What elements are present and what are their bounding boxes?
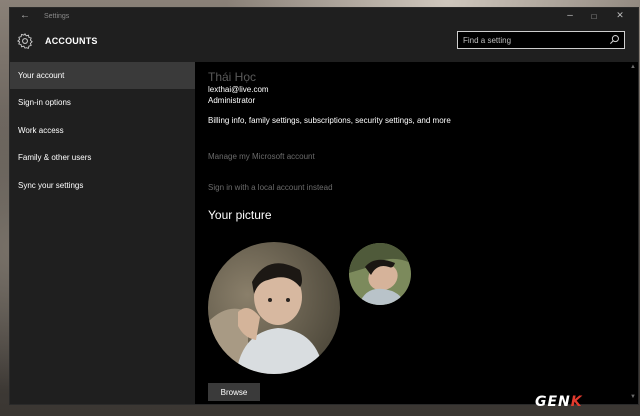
main-content: Thái Học lexthai@live.com Administrator … — [195, 62, 638, 404]
scroll-up-icon[interactable]: ▲ — [630, 64, 636, 70]
watermark-logo: GENK — [535, 394, 583, 410]
scroll-down-icon[interactable]: ▼ — [630, 394, 636, 400]
search-icon[interactable] — [609, 34, 620, 45]
account-description: Billing info, family settings, subscript… — [208, 116, 451, 125]
sidebar: Your account Sign-in options Work access… — [10, 62, 195, 404]
account-name: Thái Học — [208, 70, 257, 84]
account-email: lexthai@live.com — [208, 85, 269, 94]
sidebar-item-work-access[interactable]: Work access — [10, 117, 195, 144]
page-title: ACCOUNTS — [45, 36, 98, 46]
picture-heading: Your picture — [208, 208, 272, 222]
minimize-icon[interactable]: – — [560, 10, 580, 21]
close-icon[interactable]: ✕ — [610, 10, 630, 21]
settings-window: ← Settings – □ ✕ ACCOUNTS Your account S… — [10, 8, 638, 404]
search-box[interactable] — [457, 31, 625, 49]
sidebar-item-sync-settings[interactable]: Sync your settings — [10, 172, 195, 199]
watermark-accent: K — [570, 394, 583, 410]
manage-account-link[interactable]: Manage my Microsoft account — [208, 152, 315, 161]
window-title: Settings — [44, 13, 70, 20]
local-account-link[interactable]: Sign in with a local account instead — [208, 183, 333, 192]
sidebar-item-family-other-users[interactable]: Family & other users — [10, 144, 195, 171]
alternate-profile-picture[interactable] — [349, 243, 411, 305]
sidebar-item-your-account[interactable]: Your account — [10, 62, 195, 89]
watermark-text: GEN — [535, 394, 571, 410]
scrollbar[interactable]: ▲ ▼ — [630, 64, 636, 400]
account-role: Administrator — [208, 96, 256, 105]
gear-icon — [17, 33, 33, 49]
current-profile-picture — [208, 242, 340, 374]
title-bar: ← Settings – □ ✕ — [10, 8, 638, 26]
maximize-icon[interactable]: □ — [584, 12, 604, 21]
app-header: ACCOUNTS — [10, 26, 638, 62]
sidebar-item-sign-in-options[interactable]: Sign-in options — [10, 89, 195, 116]
back-arrow-icon[interactable]: ← — [20, 10, 30, 21]
search-input[interactable] — [463, 34, 603, 46]
browse-button[interactable]: Browse — [208, 383, 260, 401]
